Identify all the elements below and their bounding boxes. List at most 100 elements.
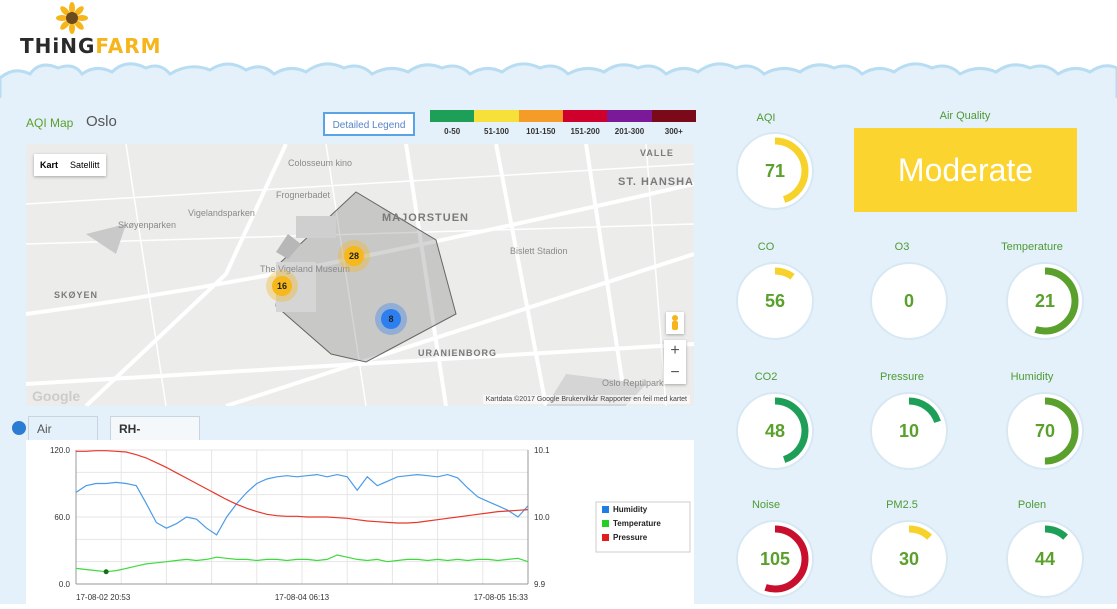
map-type-satellite-button[interactable]: Satellitt [64,154,106,176]
map-place: Colosseum kino [288,158,353,168]
cloud-border [0,62,1117,102]
map-place: Frognerbadet [276,190,331,200]
zoom-in-button[interactable]: + [664,340,686,362]
y-tick-left-label: 60.0 [54,513,70,522]
gauge-o3: 0 [866,258,952,344]
map-place: URANIENBORG [418,348,498,358]
gauge-noise: 105 [732,516,818,602]
map-canvas [26,144,694,406]
aqi-scale-bar [430,110,696,122]
tile-label: Humidity [1010,371,1054,383]
brand-name-part2: FARM [95,34,162,58]
aqi-scale-segment [651,110,696,122]
map-place: ST. HANSHA [618,176,694,188]
gauge-pressure: 10 [866,388,952,474]
aqi-scale-label: 101-150 [526,127,556,136]
aqi-map[interactable]: Colosseum kino VALLE ST. HANSHA Frognerb… [26,144,694,406]
tab-air-freshness[interactable]: Air freshness [28,416,99,460]
chart-toggle-icon[interactable] [12,421,26,435]
aqi-scale-segment [430,110,475,122]
zoom-out-button[interactable]: − [664,362,686,384]
aqi-map-title: AQI Map [26,116,74,130]
gauge-humidity: 70 [1002,388,1088,474]
map-attribution[interactable]: Kartdata ©2017 Google Brukervilkår Rappo… [482,395,690,404]
google-logo: Google [32,388,81,404]
map-place: VALLE [640,148,674,158]
gauge-temperature: 21 [1002,258,1088,344]
gauge-value: 48 [764,421,786,441]
aqi-cluster-count[interactable]: 16 [272,276,292,296]
tile-label: Noise [751,499,781,511]
map-place: MAJORSTUEN [382,212,470,224]
legend-entry: Pressure [613,533,648,542]
aqi-cluster-count[interactable]: 8 [381,309,401,329]
aqi-scale-segment [562,110,608,122]
tile-label: PM2.5 [886,499,918,511]
gauge-co: 56 [732,258,818,344]
gauge-value: 71 [764,161,786,181]
x-tick-label: 17-08-02 20:53 [76,593,131,602]
map-place: Vigelandsparken [188,208,255,218]
tile-label: AQI [756,112,776,124]
chart-canvas: 120.0 60.0 0.0 10.1 10.0 9.9 17-08-02 20:53 17-… [50,446,691,602]
map-type-map-button[interactable]: Kart [34,154,64,176]
gauge-aqi: 71 [732,128,818,214]
detailed-legend-button[interactable]: Detailed Legend [323,112,415,136]
city-name: Oslo [86,113,117,130]
aqi-scale-label: 201-300 [614,127,645,136]
aqi-cluster-count[interactable]: 28 [344,246,364,266]
gauge-value: 44 [1034,549,1056,569]
aqi-scale: 0-50 51-100 101-150 151-200 201-300 300+ [430,110,696,136]
map-place: Bislett Stadion [510,246,568,256]
gauge-value: 0 [903,291,914,311]
map-place: SKØYEN [54,290,99,300]
tile-label: CO2 [754,371,778,383]
tile-label: Pressure [879,371,925,383]
x-tick-label: 17-08-05 15:33 [474,593,529,602]
sensor-tiles: Air Quality Moderate AQI 71 CO 56 O3 0 Tempera… [720,98,1117,604]
aqi-scale-labels: 0-50 51-100 101-150 151-200 201-300 300+ [430,127,696,136]
aqi-scale-label: 151-200 [570,127,600,136]
legend-entry: Humidity [613,505,648,514]
gauge-value: 56 [764,291,786,311]
gauge-pm25: 30 [866,516,952,602]
tile-label: Polen [1017,499,1047,511]
gauge-value: 70 [1034,421,1056,441]
brand-name-part1: THiNG [20,34,96,58]
legend-swatch [602,534,609,541]
map-place: Skøyenparken [118,220,177,230]
gauge-co2: 48 [732,388,818,474]
street-view-pegman-icon[interactable] [666,312,684,334]
legend-entry: Temperature [613,519,661,528]
tile-label: CO [757,241,775,253]
header: THiNGFARM [0,0,1117,102]
aqi-scale-segment [474,110,519,122]
y-tick-left-label: 0.0 [59,580,71,589]
y-tick-right-label: 10.1 [534,446,550,455]
map-header: AQI Map Oslo Detailed Legend 0-50 51-100 1… [26,110,696,136]
x-tick-label: 17-08-04 06:13 [275,593,330,602]
legend-swatch [602,506,609,513]
aqi-scale-segment [607,110,652,122]
tile-label: O3 [894,241,910,253]
aqi-scale-label: 300+ [664,127,683,136]
gauge-value: 105 [759,549,791,569]
gauge-polen: 44 [1002,516,1088,602]
dashboard: AQI Map Oslo Detailed Legend 0-50 51-100 1… [0,98,1117,604]
zoom-control: + − [664,340,686,384]
tab-rh-temperature[interactable]: RH-Temperature [110,416,200,460]
legend-swatch [602,520,609,527]
aqi-scale-segment [518,110,563,122]
gauge-value: 10 [898,421,920,441]
rh-temperature-chart: 120.0 60.0 0.0 10.1 10.0 9.9 17-08-02 20:53 17-… [26,440,694,604]
logo[interactable]: THiNGFARM [20,34,162,58]
y-tick-right-label: 9.9 [534,580,546,589]
tile-label: Temperature [1001,241,1063,253]
gauge-value: 21 [1034,291,1056,311]
y-tick-left-label: 120.0 [50,446,71,455]
aqi-scale-label: 51-100 [484,127,509,136]
gauge-value: 30 [898,549,920,569]
map-place: Oslo Reptilpark [602,378,664,388]
air-quality-label: Air Quality [939,110,991,122]
y-tick-right-label: 10.0 [534,513,550,522]
